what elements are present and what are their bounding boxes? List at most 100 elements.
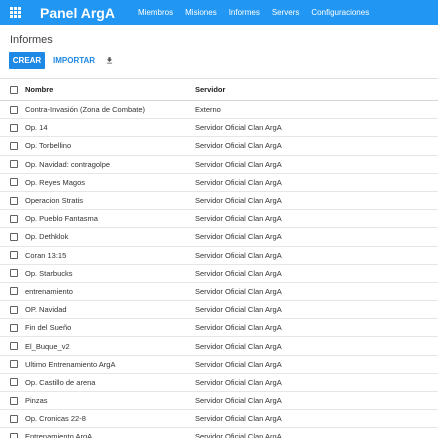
row-checkbox[interactable] bbox=[9, 105, 18, 114]
table-row[interactable]: Op. Dethklok Servidor Oficial Clan ArgA bbox=[0, 228, 438, 247]
row-checkbox[interactable] bbox=[9, 414, 18, 423]
table-row[interactable]: Op. Torbellino Servidor Oficial Clan ArgA bbox=[0, 137, 438, 156]
table-row[interactable]: Operacion Stratis Servidor Oficial Clan A… bbox=[0, 192, 438, 211]
nav-item-servers[interactable]: Servers bbox=[272, 8, 306, 17]
report-name-cell[interactable]: Ultimo Entrenamiento ArgA bbox=[25, 360, 195, 369]
report-name-cell[interactable]: Entrenamiento ArgA bbox=[25, 432, 195, 438]
row-select-cell bbox=[0, 214, 25, 223]
nav-item-informes[interactable]: Informes bbox=[229, 8, 266, 17]
table-row[interactable]: Op. 14 Servidor Oficial Clan ArgA bbox=[0, 119, 438, 138]
row-select-cell bbox=[0, 105, 25, 114]
app-title[interactable]: Panel ArgA bbox=[40, 5, 138, 21]
table-row[interactable]: Contra-Invasión (Zona de Combate) Externo bbox=[0, 101, 438, 120]
row-select-cell bbox=[0, 414, 25, 423]
create-button[interactable]: CREAR bbox=[9, 52, 45, 69]
report-server-cell: Servidor Oficial Clan ArgA bbox=[195, 232, 282, 242]
table-row[interactable]: Op. Cronicas 22-8 Servidor Oficial Clan A… bbox=[0, 410, 438, 429]
select-all-cell bbox=[0, 85, 25, 94]
table-row[interactable]: Op. Reyes Magos Servidor Oficial Clan Arg… bbox=[0, 174, 438, 192]
table-row[interactable]: Ultimo Entrenamiento ArgA Servidor Oficia… bbox=[0, 356, 438, 374]
report-name-cell[interactable]: Op. Dethklok bbox=[25, 232, 195, 241]
row-select-cell bbox=[0, 323, 25, 332]
report-name-cell[interactable]: Op. Reyes Magos bbox=[25, 178, 195, 187]
row-checkbox[interactable] bbox=[9, 396, 18, 405]
nav-item-misiones[interactable]: Misiones bbox=[185, 8, 223, 17]
nav-item-miembros[interactable]: Miembros bbox=[138, 8, 179, 17]
import-button[interactable]: IMPORTAR bbox=[53, 52, 95, 69]
row-checkbox[interactable] bbox=[9, 287, 18, 296]
row-checkbox[interactable] bbox=[9, 360, 18, 369]
table-header-row: Nombre Servidor bbox=[0, 79, 438, 101]
report-name-cell[interactable]: Op. Navidad: contragolpe bbox=[25, 160, 195, 169]
row-checkbox[interactable] bbox=[9, 123, 18, 132]
report-server-cell: Servidor Oficial Clan ArgA bbox=[195, 286, 282, 296]
report-name-cell[interactable]: Op. Castillo de arena bbox=[25, 378, 195, 387]
table-row[interactable]: Fin del Sueño Servidor Oficial Clan ArgA bbox=[0, 319, 438, 338]
report-server-cell: Servidor Oficial Clan ArgA bbox=[195, 377, 282, 387]
table-row[interactable]: Coran 13:15 Servidor Oficial Clan ArgA bbox=[0, 247, 438, 265]
report-name-cell[interactable]: Op. Pueblo Fantasma bbox=[25, 214, 195, 223]
table-row[interactable]: Entrenamiento ArgA Servidor Oficial Clan … bbox=[0, 428, 438, 438]
select-all-checkbox[interactable] bbox=[9, 85, 18, 94]
row-checkbox[interactable] bbox=[9, 378, 18, 387]
row-select-cell bbox=[0, 232, 25, 241]
row-select-cell bbox=[0, 305, 25, 314]
row-select-cell bbox=[0, 178, 25, 187]
row-checkbox[interactable] bbox=[9, 432, 18, 438]
table-row[interactable]: OP. Navidad Servidor Oficial Clan ArgA bbox=[0, 301, 438, 320]
row-checkbox[interactable] bbox=[9, 141, 18, 150]
report-name-cell[interactable]: Coran 13:15 bbox=[25, 251, 195, 260]
report-name-cell[interactable]: Op. 14 bbox=[25, 123, 195, 132]
report-server-cell: Servidor Oficial Clan ArgA bbox=[195, 250, 282, 260]
nav-item-configuraciones[interactable]: Configuraciones bbox=[311, 8, 375, 17]
table-row[interactable]: Op. Navidad: contragolpe Servidor Oficial… bbox=[0, 156, 438, 174]
page-title: Informes bbox=[10, 34, 53, 46]
report-server-cell: Servidor Oficial Clan ArgA bbox=[195, 268, 282, 278]
row-checkbox[interactable] bbox=[9, 269, 18, 278]
table-row[interactable]: Pinzas Servidor Oficial Clan ArgA bbox=[0, 392, 438, 411]
row-checkbox[interactable] bbox=[9, 214, 18, 223]
row-checkbox[interactable] bbox=[9, 305, 18, 314]
report-server-cell: Servidor Oficial Clan ArgA bbox=[195, 305, 282, 315]
row-select-cell bbox=[0, 396, 25, 405]
row-select-cell bbox=[0, 287, 25, 296]
report-name-cell[interactable]: Pinzas bbox=[25, 396, 195, 405]
row-select-cell bbox=[0, 123, 25, 132]
report-server-cell: Servidor Oficial Clan ArgA bbox=[195, 159, 282, 169]
report-name-cell[interactable]: Contra-Invasión (Zona de Combate) bbox=[25, 105, 195, 114]
report-name-cell[interactable]: entrenamiento bbox=[25, 287, 195, 296]
report-server-cell: Servidor Oficial Clan ArgA bbox=[195, 123, 282, 133]
column-header-nombre[interactable]: Nombre bbox=[25, 85, 195, 94]
action-toolbar: CREAR IMPORTAR bbox=[9, 52, 118, 69]
table-body: Contra-Invasión (Zona de Combate) Externo… bbox=[0, 101, 438, 438]
report-server-cell: Servidor Oficial Clan ArgA bbox=[195, 341, 282, 351]
row-select-cell bbox=[0, 378, 25, 387]
table-row[interactable]: Op. Starbucks Servidor Oficial Clan ArgA bbox=[0, 265, 438, 283]
row-checkbox[interactable] bbox=[9, 178, 18, 187]
row-checkbox[interactable] bbox=[9, 323, 18, 332]
row-checkbox[interactable] bbox=[9, 196, 18, 205]
row-select-cell bbox=[0, 342, 25, 351]
apps-menu-button[interactable] bbox=[2, 0, 28, 25]
row-select-cell bbox=[0, 432, 25, 438]
row-checkbox[interactable] bbox=[9, 251, 18, 260]
download-button[interactable] bbox=[101, 52, 118, 69]
report-server-cell: Servidor Oficial Clan ArgA bbox=[195, 214, 282, 224]
report-name-cell[interactable]: Op. Starbucks bbox=[25, 269, 195, 278]
report-name-cell[interactable]: Operacion Stratis bbox=[25, 196, 195, 205]
column-header-servidor[interactable]: Servidor bbox=[195, 85, 438, 94]
report-name-cell[interactable]: OP. Navidad bbox=[25, 305, 195, 314]
table-row[interactable]: El_Buque_v2 Servidor Oficial Clan ArgA bbox=[0, 337, 438, 356]
report-name-cell[interactable]: El_Buque_v2 bbox=[25, 342, 195, 351]
report-name-cell[interactable]: Fin del Sueño bbox=[25, 323, 195, 332]
row-checkbox[interactable] bbox=[9, 342, 18, 351]
table-row[interactable]: entrenamiento Servidor Oficial Clan ArgA bbox=[0, 283, 438, 302]
apps-grid-icon bbox=[9, 7, 21, 18]
report-server-cell: Servidor Oficial Clan ArgA bbox=[195, 432, 282, 438]
row-checkbox[interactable] bbox=[9, 160, 18, 169]
row-checkbox[interactable] bbox=[9, 232, 18, 241]
report-name-cell[interactable]: Op. Torbellino bbox=[25, 141, 195, 150]
table-row[interactable]: Op. Pueblo Fantasma Servidor Oficial Clan… bbox=[0, 210, 438, 229]
report-name-cell[interactable]: Op. Cronicas 22-8 bbox=[25, 414, 195, 423]
table-row[interactable]: Op. Castillo de arena Servidor Oficial Cl… bbox=[0, 374, 438, 392]
